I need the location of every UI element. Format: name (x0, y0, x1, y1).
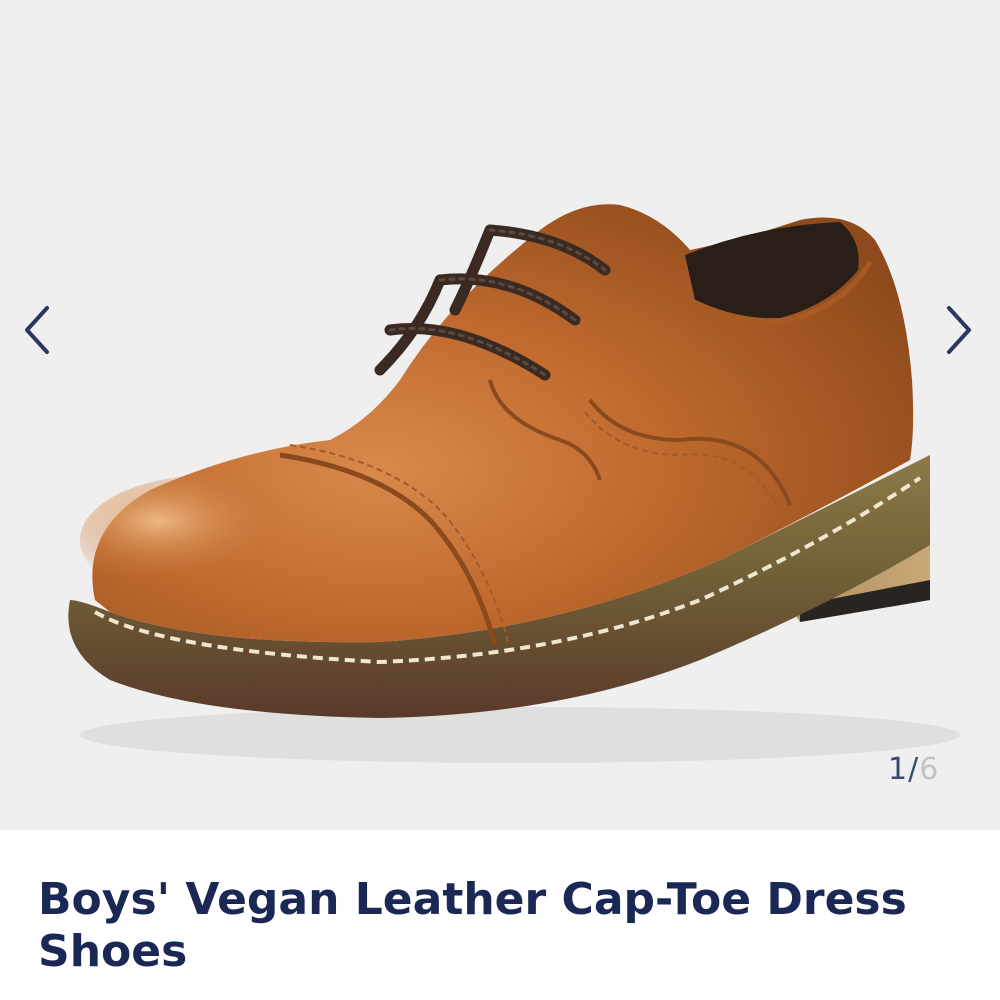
next-image-button[interactable] (934, 300, 984, 360)
image-counter-current: 1 (888, 752, 909, 787)
image-counter-total: 6 (919, 752, 940, 787)
shoe-shadow (80, 707, 960, 763)
image-counter: 1/6 (888, 752, 939, 787)
chevron-left-icon (25, 306, 49, 354)
product-image-gallery[interactable]: 1/6 (0, 0, 1000, 830)
image-counter-separator: / (908, 752, 920, 787)
previous-image-button[interactable] (12, 300, 62, 360)
chevron-right-icon (947, 306, 971, 354)
product-title: Boys' Vegan Leather Cap-Toe Dress Shoes (38, 874, 907, 977)
product-image[interactable] (0, 0, 1000, 830)
